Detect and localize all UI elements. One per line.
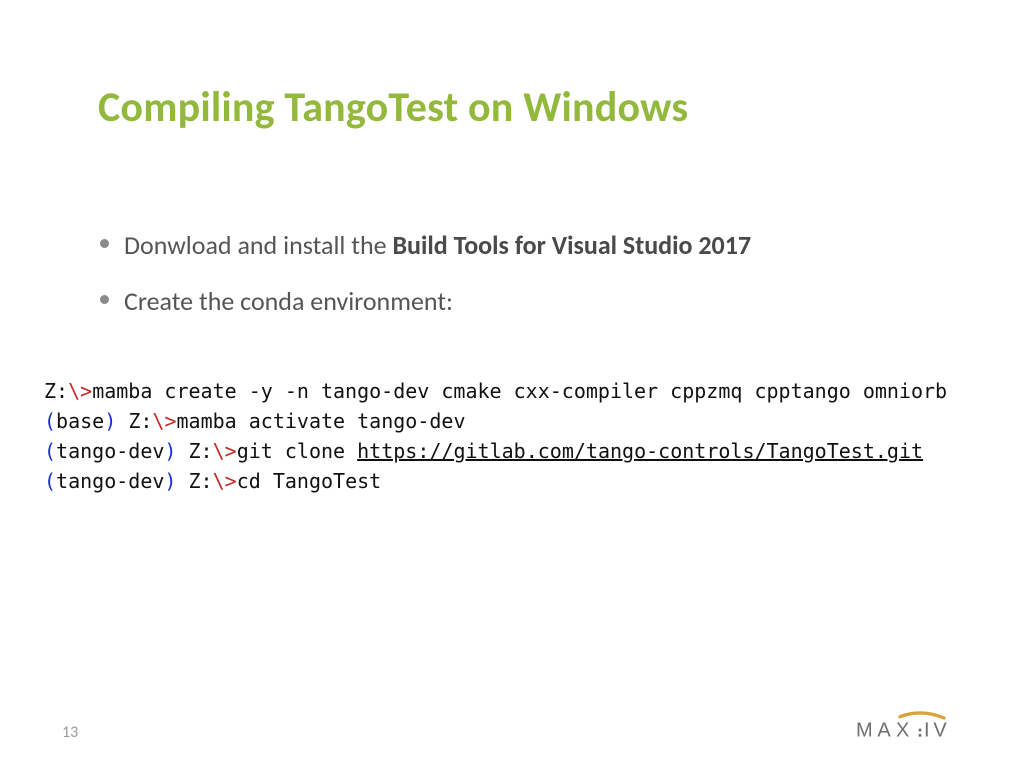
repo-url: https://gitlab.com/tango-controls/TangoT… <box>357 439 923 463</box>
code-line-4: (tango-dev) Z:\>cd TangoTest <box>44 466 934 496</box>
space <box>176 469 188 493</box>
svg-text:X: X <box>896 720 909 742</box>
prompt-symbol: \> <box>68 379 92 403</box>
drive-label: Z: <box>128 409 152 433</box>
bullet-text: Create the conda environment: <box>124 285 453 317</box>
paren-open: ( <box>44 409 56 433</box>
command-text: git clone <box>237 439 357 463</box>
svg-text:I: I <box>924 720 930 742</box>
code-line-3: (tango-dev) Z:\>git clone https://gitlab… <box>44 436 934 466</box>
space <box>116 409 128 433</box>
page-number: 13 <box>62 723 78 742</box>
bullet-item-1: Donwload and install the Build Tools for… <box>124 225 934 265</box>
drive-label: Z: <box>44 379 68 403</box>
svg-text:A: A <box>877 720 891 742</box>
space <box>176 439 188 463</box>
paren-open: ( <box>44 469 56 493</box>
code-line-2: (base) Z:\>mamba activate tango-dev <box>44 406 934 436</box>
paren-open: ( <box>44 439 56 463</box>
drive-label: Z: <box>189 469 213 493</box>
drive-label: Z: <box>189 439 213 463</box>
maxiv-logo-icon: M A X I V <box>856 710 976 746</box>
bullet-item-2: Create the conda environment: <box>124 281 934 321</box>
slide: Compiling TangoTest on Windows Donwload … <box>0 0 1024 768</box>
command-text: cd TangoTest <box>237 469 382 493</box>
env-name: base <box>56 409 104 433</box>
command-text: mamba activate tango-dev <box>177 409 466 433</box>
svg-text:M: M <box>856 720 873 742</box>
bullet-text: Donwload and install the <box>124 229 392 261</box>
maxiv-logo: M A X I V <box>856 710 976 746</box>
env-name: tango-dev <box>56 439 164 463</box>
env-name: tango-dev <box>56 469 164 493</box>
prompt-symbol: \> <box>213 439 237 463</box>
svg-text:V: V <box>933 720 947 742</box>
prompt-symbol: \> <box>213 469 237 493</box>
paren-close: ) <box>164 469 176 493</box>
slide-title: Compiling TangoTest on Windows <box>98 82 934 133</box>
prompt-symbol: \> <box>152 409 176 433</box>
paren-close: ) <box>164 439 176 463</box>
bullet-bold: Build Tools for Visual Studio 2017 <box>392 229 751 261</box>
bullet-list: Donwload and install the Build Tools for… <box>98 225 934 322</box>
code-line-1: Z:\>mamba create -y -n tango-dev cmake c… <box>44 376 934 406</box>
paren-close: ) <box>104 409 116 433</box>
command-text: mamba create -y -n tango-dev cmake cxx-c… <box>92 379 947 403</box>
code-block: Z:\>mamba create -y -n tango-dev cmake c… <box>44 376 934 496</box>
